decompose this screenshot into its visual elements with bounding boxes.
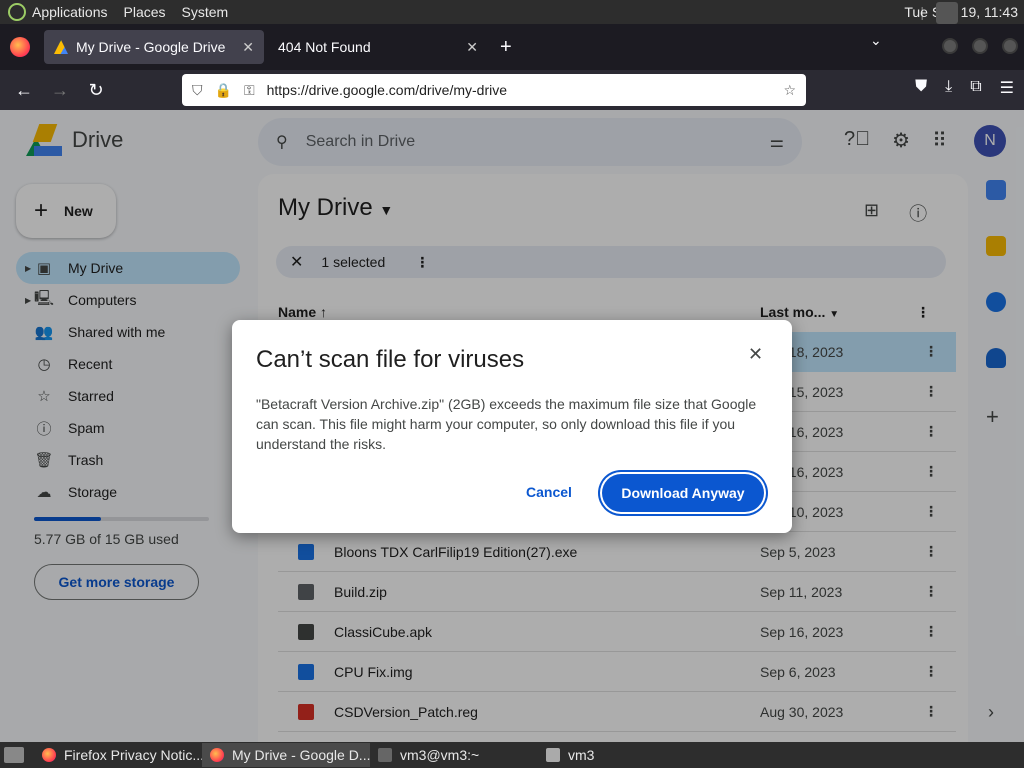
distro-logo-icon[interactable]	[8, 3, 26, 21]
firefox-icon	[42, 748, 56, 762]
browser-nav-bar: ← → ↻ ⛉ 🔒 ⚿ https://drive.google.com/dri…	[0, 70, 1024, 110]
dialog-message: "Betacraft Version Archive.zip" (2GB) ex…	[256, 396, 757, 452]
folder-icon	[546, 748, 560, 762]
tab-title: My Drive - Google Drive	[76, 39, 226, 55]
gnome-top-panel: Applications Places System | Tue Sep 19,…	[0, 0, 1024, 24]
dialog-title: Can’t scan file for viruses	[256, 346, 525, 373]
clock[interactable]: Tue Sep 19, 11:43	[904, 4, 1018, 20]
tab-404[interactable]: 404 Not Found ✕	[268, 30, 488, 64]
system-menu[interactable]: System	[182, 4, 229, 20]
close-tab-icon[interactable]: ✕	[242, 39, 254, 56]
gnome-bottom-panel: Firefox Privacy Notic... My Drive - Googl…	[0, 742, 1024, 768]
taskbar-item-label: vm3@vm3:~	[400, 747, 480, 763]
bookmark-star-icon[interactable]: ☆	[783, 82, 796, 99]
show-desktop-icon[interactable]	[4, 747, 24, 763]
firefox-view-icon[interactable]	[10, 37, 30, 57]
extensions-icon[interactable]: ⧉	[970, 78, 981, 98]
minimize-window-icon[interactable]	[942, 38, 958, 54]
applications-menu[interactable]: Applications	[32, 4, 108, 20]
virus-scan-warning-dialog: Can’t scan file for viruses ✕ "Betacraft…	[232, 320, 792, 533]
cancel-button[interactable]: Cancel	[526, 484, 572, 500]
toolbar-right: ⛊ ⤓ ⧉ ☰	[915, 78, 1014, 98]
close-tab-icon[interactable]: ✕	[466, 39, 478, 56]
lock-icon[interactable]: 🔒	[215, 82, 232, 99]
close-icon[interactable]: ✕	[748, 344, 763, 365]
url-text[interactable]: https://drive.google.com/drive/my-drive	[267, 82, 784, 98]
terminal-icon	[378, 748, 392, 762]
tab-my-drive[interactable]: My Drive - Google Drive ✕	[44, 30, 264, 64]
url-bar[interactable]: ⛉ 🔒 ⚿ https://drive.google.com/drive/my-…	[182, 74, 806, 106]
back-icon[interactable]: ←	[6, 80, 42, 101]
forward-icon[interactable]: →	[42, 80, 78, 101]
maximize-window-icon[interactable]	[972, 38, 988, 54]
taskbar-item-label: Firefox Privacy Notic...	[64, 747, 202, 763]
new-tab-icon[interactable]: +	[500, 36, 512, 59]
menu-hamburger-icon[interactable]: ☰	[1000, 78, 1014, 98]
taskbar-item[interactable]: Firefox Privacy Notic...	[34, 743, 202, 767]
close-window-icon[interactable]	[1002, 38, 1018, 54]
list-all-tabs-icon[interactable]: ⌄	[870, 32, 882, 49]
reload-icon[interactable]: ↻	[78, 80, 114, 101]
key-icon[interactable]: ⚿	[244, 82, 255, 99]
firefox-icon	[210, 748, 224, 762]
taskbar-item[interactable]: My Drive - Google D...	[202, 743, 370, 767]
downloads-icon[interactable]: ⤓	[945, 78, 952, 98]
taskbar-item-label: My Drive - Google D...	[232, 747, 370, 763]
tab-title: 404 Not Found	[278, 39, 371, 55]
firefox-tray-icon[interactable]	[936, 2, 958, 24]
places-menu[interactable]: Places	[124, 4, 166, 20]
google-drive-favicon-icon	[54, 40, 68, 54]
taskbar-item-label: vm3	[568, 747, 595, 763]
taskbar-item[interactable]: vm3@vm3:~	[370, 743, 538, 767]
taskbar-item[interactable]: vm3	[538, 743, 706, 767]
pocket-icon[interactable]: ⛊	[915, 78, 927, 98]
download-anyway-button[interactable]: Download Anyway	[602, 474, 764, 512]
browser-tab-strip: My Drive - Google Drive ✕ 404 Not Found …	[0, 24, 1024, 70]
tracking-shield-icon[interactable]: ⛉	[192, 82, 203, 99]
